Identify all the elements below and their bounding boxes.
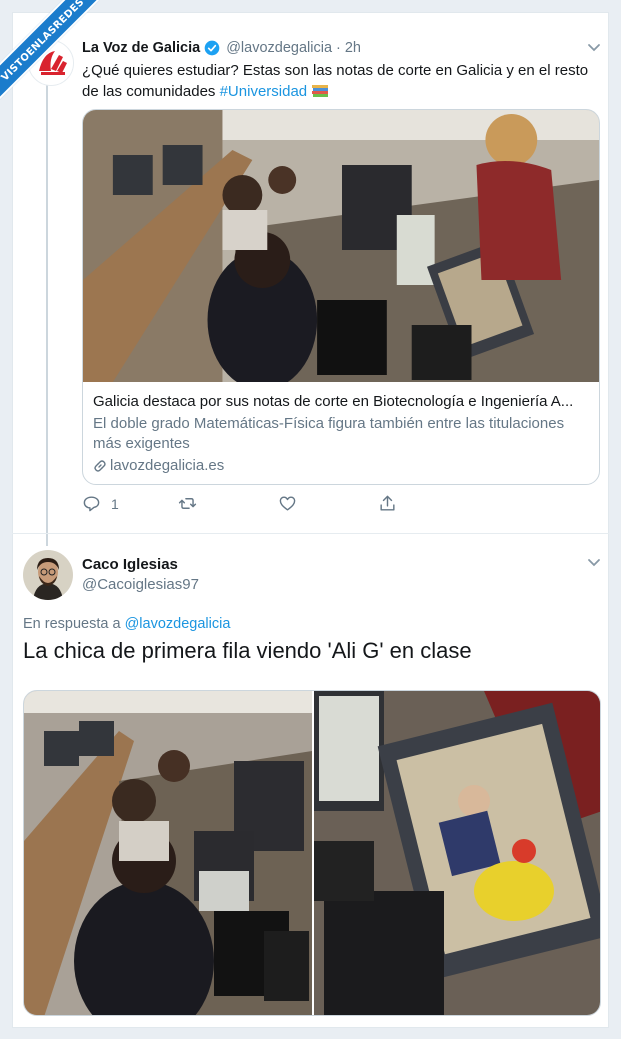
thread-line <box>46 76 48 546</box>
card-title[interactable]: Galicia destaca por sus notas de corte e… <box>93 392 591 412</box>
retweet-icon <box>178 498 197 509</box>
reply-context: En respuesta a @lavozdegalicia <box>23 616 230 632</box>
chevron-down-icon[interactable] <box>587 43 601 53</box>
link-icon <box>94 460 106 472</box>
watermark-ribbon: VISTOENLASREDES <box>0 0 110 110</box>
like-button[interactable] <box>278 494 307 513</box>
verified-icon <box>204 40 220 56</box>
gallery-image-monitor-closeup[interactable] <box>314 691 601 1016</box>
tweet1-header: La Voz de Galicia @lavozdegalicia · 2h <box>82 38 361 58</box>
tweet1-actions: 1 <box>82 494 412 516</box>
tweet2-text: La chica de primera fila viendo 'Ali G' … <box>23 638 472 663</box>
tweet-divider <box>12 533 609 534</box>
tweet2-author-name[interactable]: Caco Iglesias <box>82 556 178 573</box>
books-emoji <box>312 85 329 97</box>
chevron-down-icon[interactable] <box>587 558 601 568</box>
tweet1-text: ¿Qué quieres estudiar? Estas son las not… <box>82 60 597 102</box>
reply-prefix: En respuesta a <box>23 616 125 632</box>
reply-icon <box>83 496 100 512</box>
hashtag-link[interactable]: #Universidad <box>220 83 308 100</box>
reply-button[interactable]: 1 <box>82 494 119 513</box>
tweet2-author-handle[interactable]: @Cacoiglesias97 <box>82 576 199 593</box>
like-icon <box>279 496 296 511</box>
gallery-image-classroom[interactable] <box>24 691 312 1016</box>
tweet1-timestamp[interactable]: · 2h <box>336 40 361 56</box>
card-image-classroom <box>83 110 599 382</box>
card-body: Galicia destaca por sus notas de corte e… <box>93 392 591 476</box>
share-icon <box>380 495 395 511</box>
card-domain-row[interactable]: lavozdegalicia.es <box>93 456 591 476</box>
tweet2-media-gallery <box>23 690 601 1016</box>
link-card[interactable]: Galicia destaca por sus notas de corte e… <box>82 109 600 485</box>
share-button[interactable] <box>378 494 397 513</box>
card-domain: lavozdegalicia.es <box>110 457 225 474</box>
card-description: El doble grado Matemáticas-Física figura… <box>93 415 565 452</box>
reply-count: 1 <box>111 495 119 512</box>
retweet-button[interactable] <box>178 494 207 513</box>
reply-handle-link[interactable]: @lavozdegalicia <box>125 616 231 632</box>
avatar-cacoiglesias[interactable] <box>23 550 73 600</box>
watermark-text: VISTOENLASREDES <box>0 0 108 105</box>
tweet1-author-handle[interactable]: @lavozdegalicia <box>226 40 332 56</box>
tweet1-text-main: ¿Qué quieres estudiar? Estas son las not… <box>82 62 589 100</box>
